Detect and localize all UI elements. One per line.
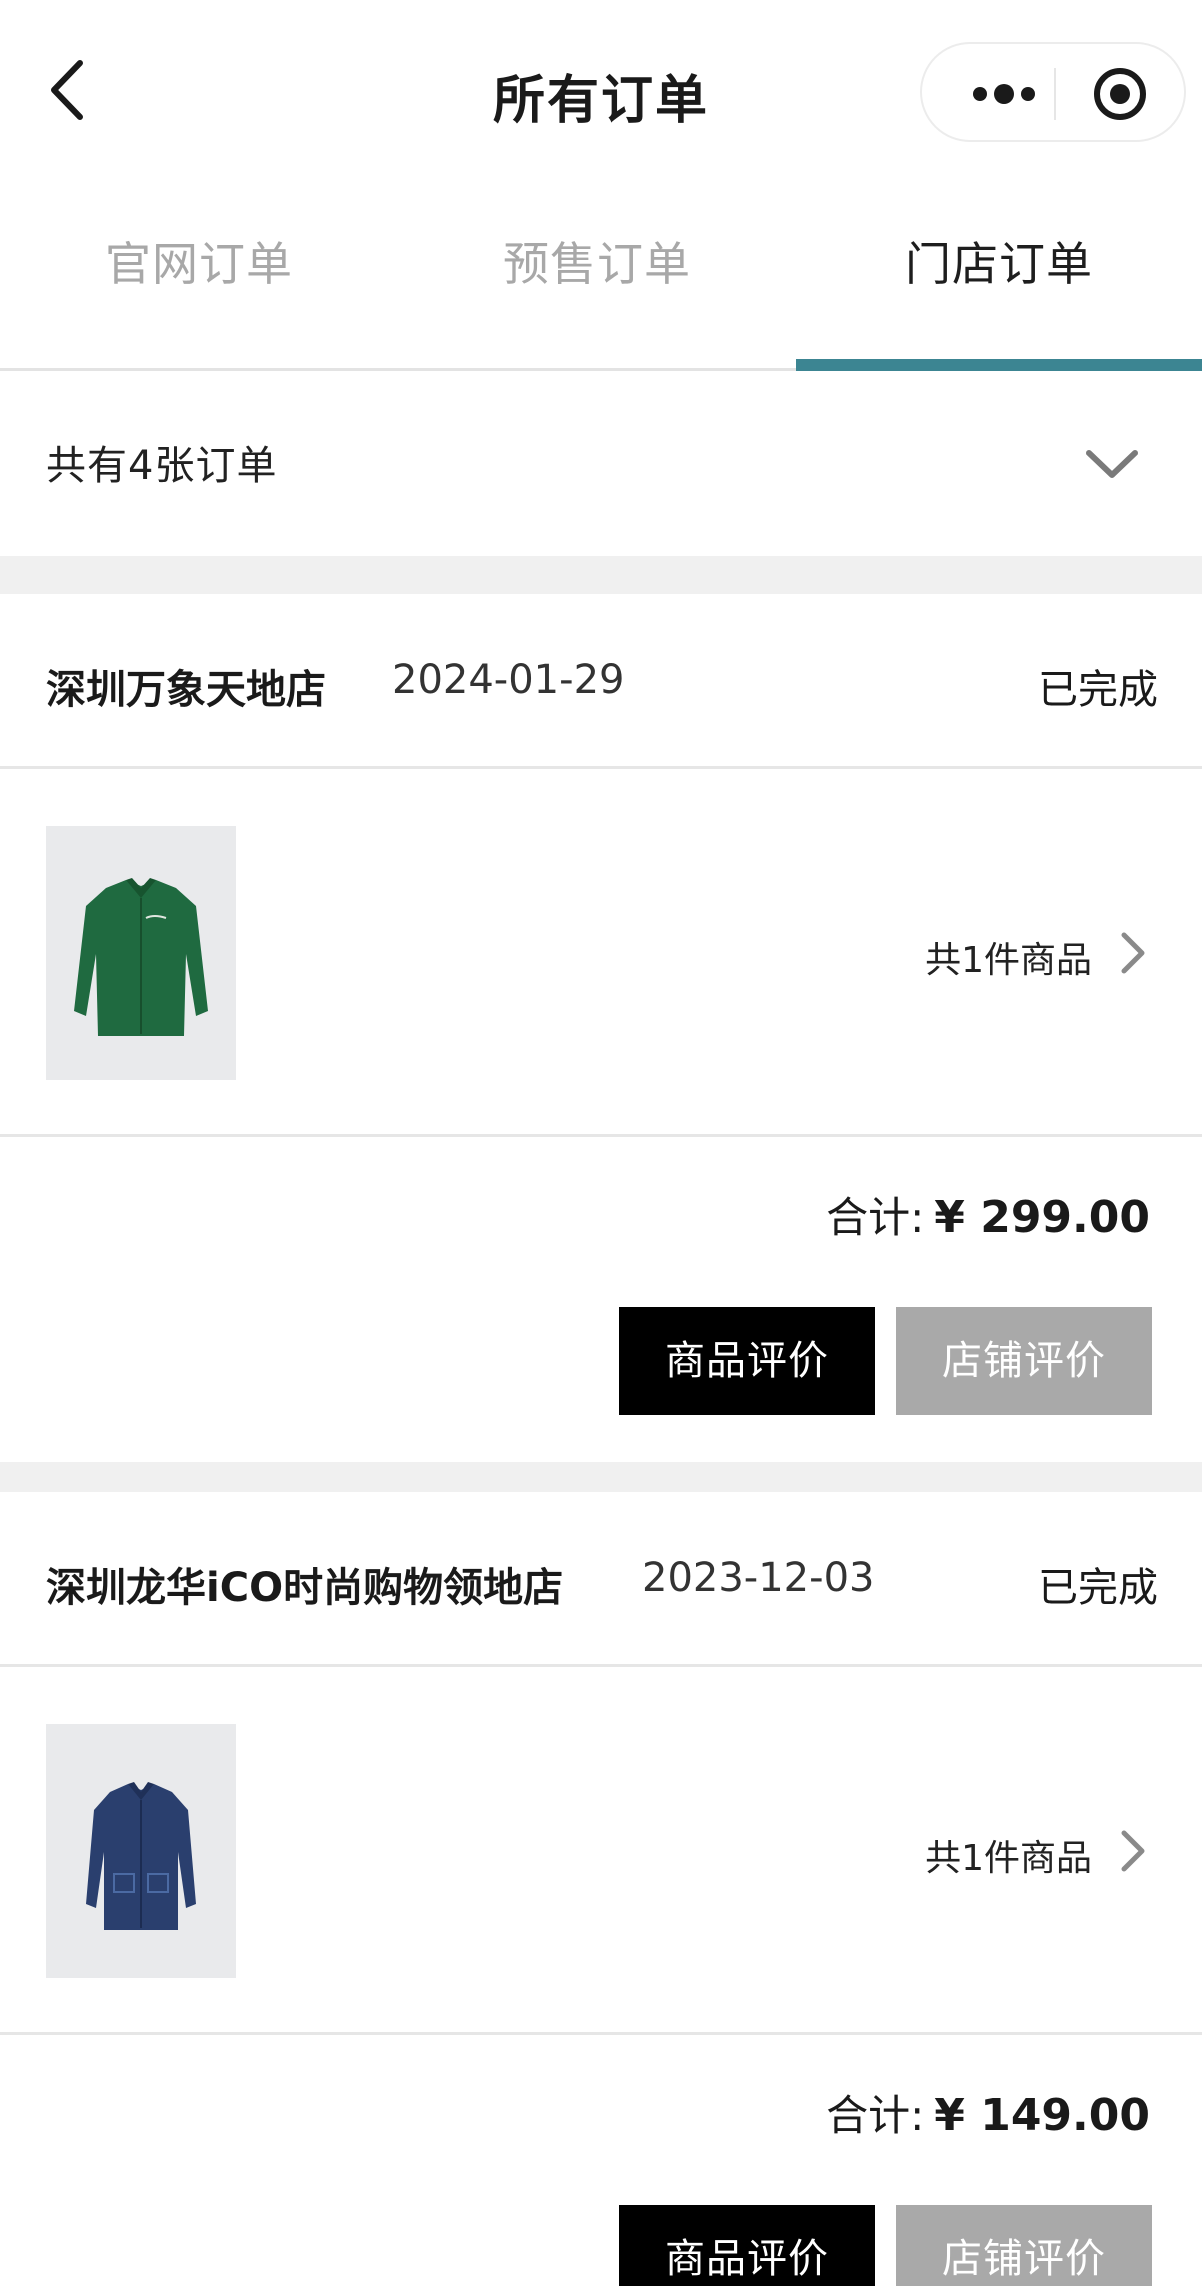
product-image-denim-jacket (46, 1724, 236, 1978)
order-count-text: 共有4张订单 (46, 443, 278, 489)
review-product-button[interactable]: 商品评价 (619, 2205, 875, 2286)
tab-official-orders[interactable]: 官网订单 (0, 195, 398, 371)
order-date: 2024-01-29 (392, 657, 625, 703)
chevron-right-icon (1121, 932, 1145, 974)
order-card: 深圳万象天地店 2024-01-29 已完成 共1件商品 合计: ¥ 299.00 (0, 594, 1202, 1462)
product-image-green-jacket (46, 826, 236, 1080)
active-tab-indicator (796, 359, 1202, 371)
total-label: 合计: (826, 2091, 925, 2140)
order-summary-filter[interactable]: 共有4张订单 (0, 371, 1202, 556)
navigation-bar: 所有订单 (0, 0, 1202, 180)
tab-presale-orders[interactable]: 预售订单 (398, 195, 796, 371)
review-store-button[interactable]: 店铺评价 (896, 1307, 1152, 1415)
chevron-down-icon (1086, 450, 1138, 478)
chevron-right-icon (1121, 1830, 1145, 1872)
section-gap (0, 556, 1202, 594)
order-items-row[interactable]: 共1件商品 (0, 1667, 1202, 2035)
order-total: 合计: ¥ 299.00 (826, 1184, 1150, 1245)
store-name: 深圳龙华iCO时尚购物领地店 (46, 1565, 564, 1611)
total-label: 合计: (826, 1193, 925, 1242)
order-status: 已完成 (1038, 1565, 1158, 1611)
mini-program-capsule (920, 42, 1186, 142)
close-mini-program-button[interactable] (1082, 64, 1162, 124)
total-amount: ¥ 299.00 (934, 1192, 1150, 1243)
section-gap (0, 1462, 1202, 1492)
orders-page: { "header": { "title": "所有订单", "back_ico… (0, 0, 1202, 2286)
order-total: 合计: ¥ 149.00 (826, 2082, 1150, 2143)
order-status: 已完成 (1038, 667, 1158, 713)
total-amount: ¥ 149.00 (934, 2090, 1150, 2141)
more-dots-icon (973, 84, 1035, 104)
order-card: 深圳龙华iCO时尚购物领地店 2023-12-03 已完成 共1件商品 合计: … (0, 1492, 1202, 2286)
review-store-button[interactable]: 店铺评价 (896, 2205, 1152, 2286)
order-header: 深圳龙华iCO时尚购物领地店 2023-12-03 已完成 (0, 1492, 1202, 1667)
more-button[interactable] (952, 64, 1062, 124)
order-header: 深圳万象天地店 2024-01-29 已完成 (0, 594, 1202, 769)
order-tabs: 官网订单 预售订单 门店订单 (0, 195, 1202, 371)
order-items-row[interactable]: 共1件商品 (0, 769, 1202, 1137)
store-name: 深圳万象天地店 (46, 667, 326, 713)
review-product-button[interactable]: 商品评价 (619, 1307, 875, 1415)
capsule-divider (1054, 68, 1056, 120)
order-date: 2023-12-03 (642, 1555, 875, 1601)
tab-store-orders[interactable]: 门店订单 (796, 195, 1202, 371)
item-count: 共1件商品 (925, 1838, 1092, 1879)
target-circle-icon (1094, 68, 1146, 120)
item-count: 共1件商品 (925, 940, 1092, 981)
